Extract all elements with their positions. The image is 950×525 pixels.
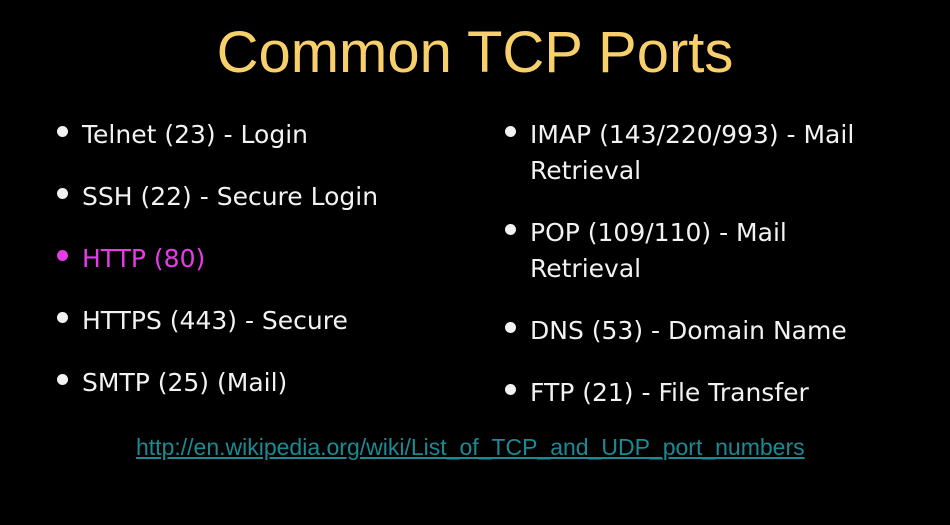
bullet-icon	[505, 384, 516, 395]
bullet-icon	[57, 250, 68, 261]
bullet-smtp: SMTP (25) (Mail)	[57, 365, 288, 401]
bullet-text: HTTP (80)	[82, 244, 206, 273]
bullet-icon	[505, 224, 516, 235]
bullet-text-continued: Retrieval	[530, 156, 642, 185]
bullet-text: DNS (53) - Domain Name	[530, 316, 847, 345]
bullet-icon	[57, 126, 68, 137]
bullet-ssh: SSH (22) - Secure Login	[57, 179, 379, 215]
bullet-text-continued: Retrieval	[530, 254, 642, 283]
bullet-text: SMTP (25) (Mail)	[82, 368, 288, 397]
wikipedia-link[interactable]: http://en.wikipedia.org/wiki/List_of_TCP…	[136, 434, 805, 461]
bullet-ftp: FTP (21) - File Transfer	[505, 375, 930, 411]
bullet-icon	[57, 374, 68, 385]
bullet-icon	[57, 188, 68, 199]
bullet-text: HTTPS (443) - Secure	[82, 306, 348, 335]
bullet-text: IMAP (143/220/993) - Mail	[530, 120, 855, 149]
bullet-dns: DNS (53) - Domain Name	[505, 313, 930, 349]
bullet-pop: POP (109/110) - Mail Retrieval	[505, 215, 930, 287]
bullet-icon	[505, 322, 516, 333]
bullet-icon	[505, 126, 516, 137]
bullet-imap: IMAP (143/220/993) - Mail Retrieval	[505, 117, 930, 189]
bullet-text: FTP (21) - File Transfer	[530, 378, 809, 407]
bullet-text: POP (109/110) - Mail	[530, 218, 787, 247]
bullet-telnet: Telnet (23) - Login	[57, 117, 309, 153]
slide-title: Common TCP Ports	[216, 20, 734, 85]
bullet-https: HTTPS (443) - Secure	[57, 303, 348, 339]
bullet-text: SSH (22) - Secure Login	[82, 182, 379, 211]
bullet-text: Telnet (23) - Login	[82, 120, 309, 149]
bullet-http: HTTP (80)	[57, 241, 206, 277]
bullet-icon	[57, 312, 68, 323]
